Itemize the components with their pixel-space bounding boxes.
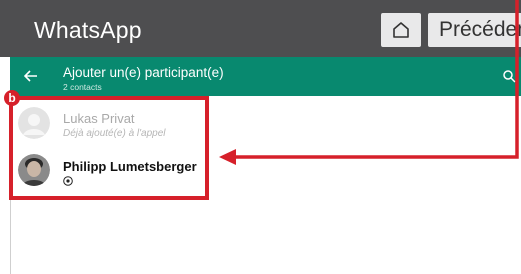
annotation-arrow	[219, 0, 519, 165]
